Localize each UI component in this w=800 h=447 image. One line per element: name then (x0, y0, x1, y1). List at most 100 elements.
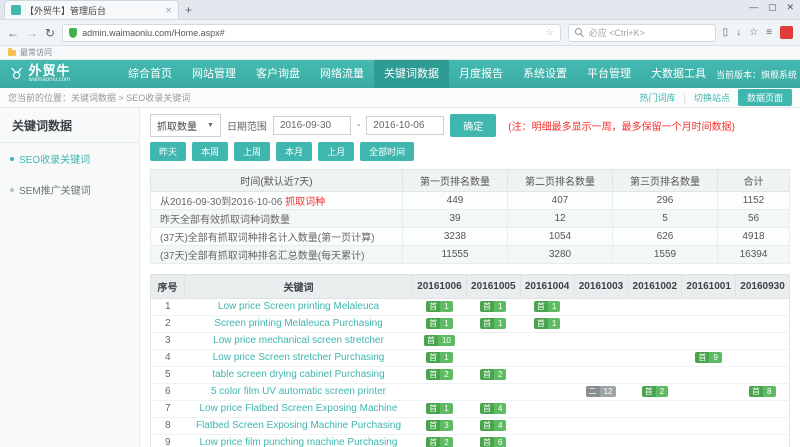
rank-badge: 首1 (480, 318, 506, 329)
nav-item-综合首页[interactable]: 综合首页 (118, 60, 182, 88)
rank-cell (574, 299, 628, 316)
refresh-icon[interactable]: ↻ (45, 27, 55, 39)
summary-row: 昨天全部有效抓取词种词数量3912556 (151, 210, 790, 228)
mobile-icon[interactable]: ▯ (723, 27, 729, 38)
window-maximize-button[interactable]: ▢ (768, 2, 777, 13)
rank-page-label: 首 (642, 386, 656, 397)
quick-range-button[interactable]: 全部时间 (360, 142, 414, 161)
keyword-link[interactable]: Low price Screen stretcher Purchasing (213, 352, 385, 363)
bullet-icon (10, 157, 14, 161)
summary-label-text: 昨天全部有效抓取词种词数量 (160, 215, 290, 226)
nav-item-网站管理[interactable]: 网站管理 (182, 60, 246, 88)
rank-cell (574, 333, 628, 350)
keyword-cell: Flatbed Screen Exposing Machine Purchasi… (185, 418, 413, 435)
nav-item-客户询盘[interactable]: 客户询盘 (246, 60, 310, 88)
browser-tab[interactable]: 【外贸牛】管理后台 ✕ (4, 0, 179, 19)
rank-number: 4 (494, 403, 506, 414)
download-icon[interactable]: ↓ (736, 27, 741, 38)
tab-title: 【外贸牛】管理后台 (25, 4, 161, 17)
nav-item-网络流量[interactable]: 网络流量 (310, 60, 374, 88)
breadcrumb-actions: 热门词库 | 切换站点 数据页面 (640, 89, 792, 106)
search-box[interactable]: 必应 <Ctrl+K> (568, 24, 716, 42)
rank-cell: 首2 (413, 435, 467, 447)
keyword-link[interactable]: table screen drying cabinet Purchasing (212, 369, 384, 380)
keyword-link[interactable]: Low price Screen printing Melaleuca (218, 301, 379, 312)
rank-number: 4 (494, 420, 506, 431)
rank-badge: 首10 (424, 335, 455, 346)
date-from-input[interactable]: 2016-09-30 (273, 116, 351, 135)
rank-cell (520, 367, 574, 384)
row-number: 6 (151, 384, 185, 401)
quick-range-button[interactable]: 昨天 (150, 142, 186, 161)
switch-site-link[interactable]: 切换站点 (694, 91, 730, 104)
hot-words-link[interactable]: 热门词库 (640, 91, 676, 104)
rank-number: 10 (438, 335, 455, 346)
nav-item-月度报告[interactable]: 月度报告 (449, 60, 513, 88)
quick-range-button[interactable]: 上周 (234, 142, 270, 161)
quick-range-button[interactable]: 本月 (276, 142, 312, 161)
quick-range-button[interactable]: 本周 (192, 142, 228, 161)
bookmarks-label[interactable]: 最常访问 (20, 47, 52, 58)
summary-col-header: 时间(默认近7天) (151, 170, 403, 192)
rank-page-label: 首 (480, 369, 494, 380)
app-header: ♉ 外贸牛 waimaoniu.com 综合首页网站管理客户询盘网络流量关键词数… (0, 60, 800, 88)
star-icon[interactable]: ☆ (749, 27, 758, 38)
confirm-button[interactable]: 确定 (450, 114, 496, 137)
kw-col-header: 20161005 (466, 275, 520, 299)
rank-cell (628, 418, 682, 435)
rank-page-label: 首 (480, 301, 494, 312)
window-minimize-button[interactable]: — (749, 2, 758, 13)
rank-number: 1 (440, 352, 452, 363)
nav-item-关键词数据[interactable]: 关键词数据 (374, 60, 449, 88)
keyword-link[interactable]: Low price Flatbed Screen Exposing Machin… (200, 403, 398, 414)
date-to-input[interactable]: 2016-10-06 (366, 116, 444, 135)
new-tab-button[interactable]: + (185, 3, 192, 17)
rank-cell (736, 418, 790, 435)
rank-cell (682, 401, 736, 418)
url-text: admin.waimaoniu.com/Home.aspx# (82, 28, 225, 38)
rank-cell: 首2 (466, 367, 520, 384)
rank-cell (682, 316, 736, 333)
keyword-link[interactable]: Flatbed Screen Exposing Machine Purchasi… (196, 420, 401, 431)
rank-cell (574, 401, 628, 418)
notification-icon[interactable] (780, 26, 793, 39)
sidebar-item-label: SEM推广关键词 (19, 182, 91, 197)
keyword-link[interactable]: Low price mechanical screen stretcher (213, 335, 384, 346)
back-icon[interactable]: ← (7, 27, 19, 39)
tab-close-icon[interactable]: ✕ (165, 6, 172, 15)
app-logo[interactable]: ♉ 外贸牛 waimaoniu.com (0, 65, 118, 84)
keyword-link[interactable]: Screen printing Melaleuca Purchasing (214, 318, 382, 329)
quick-range-button[interactable]: 上月 (318, 142, 354, 161)
address-bar[interactable]: admin.waimaoniu.com/Home.aspx# ☆ (62, 24, 561, 42)
summary-row-label: 从2016-09-30到2016-10-06 抓取词种 (151, 192, 403, 210)
rank-cell (466, 350, 520, 367)
nav-item-平台管理[interactable]: 平台管理 (577, 60, 641, 88)
kw-col-header: 20160930 (736, 275, 790, 299)
keyword-link[interactable]: Low price film punching machine Purchasi… (200, 437, 398, 447)
bookmarks-bar: 最常访问 (0, 46, 800, 60)
sidebar-item[interactable]: SEO收录关键词 (0, 143, 139, 174)
bookmark-star-icon[interactable]: ☆ (546, 27, 554, 38)
retention-note: (注：明细最多显示一周，最多保留一个月时间数据) (508, 118, 735, 133)
summary-value-cell: 1152 (718, 192, 790, 210)
rank-cell (628, 299, 682, 316)
kw-col-header: 序号 (151, 275, 185, 299)
rank-badge: 首2 (642, 386, 668, 397)
rank-cell (628, 435, 682, 447)
nav-item-系统设置[interactable]: 系统设置 (513, 60, 577, 88)
security-shield-icon (69, 28, 77, 38)
rank-badge: 首8 (749, 386, 775, 397)
fetch-count-select[interactable]: 抓取数量 ▼ (150, 114, 221, 137)
data-page-button[interactable]: 数据页面 (738, 89, 792, 106)
summary-label-text: (37天)全部有抓取词种排名汇总数量(每天累计) (160, 251, 364, 262)
rank-page-label: 首 (426, 437, 440, 447)
keyword-link[interactable]: 5 color film UV automatic screen printer (211, 386, 386, 397)
nav-item-大数据工具[interactable]: 大数据工具 (641, 60, 716, 88)
window-close-button[interactable]: ✕ (786, 2, 794, 13)
summary-value-cell: 3238 (403, 228, 508, 246)
sidebar-item[interactable]: SEM推广关键词 (0, 174, 139, 205)
kw-col-header: 20161003 (574, 275, 628, 299)
forward-icon[interactable]: → (26, 27, 38, 39)
menu-icon[interactable]: ≡ (766, 27, 772, 38)
row-number: 2 (151, 316, 185, 333)
